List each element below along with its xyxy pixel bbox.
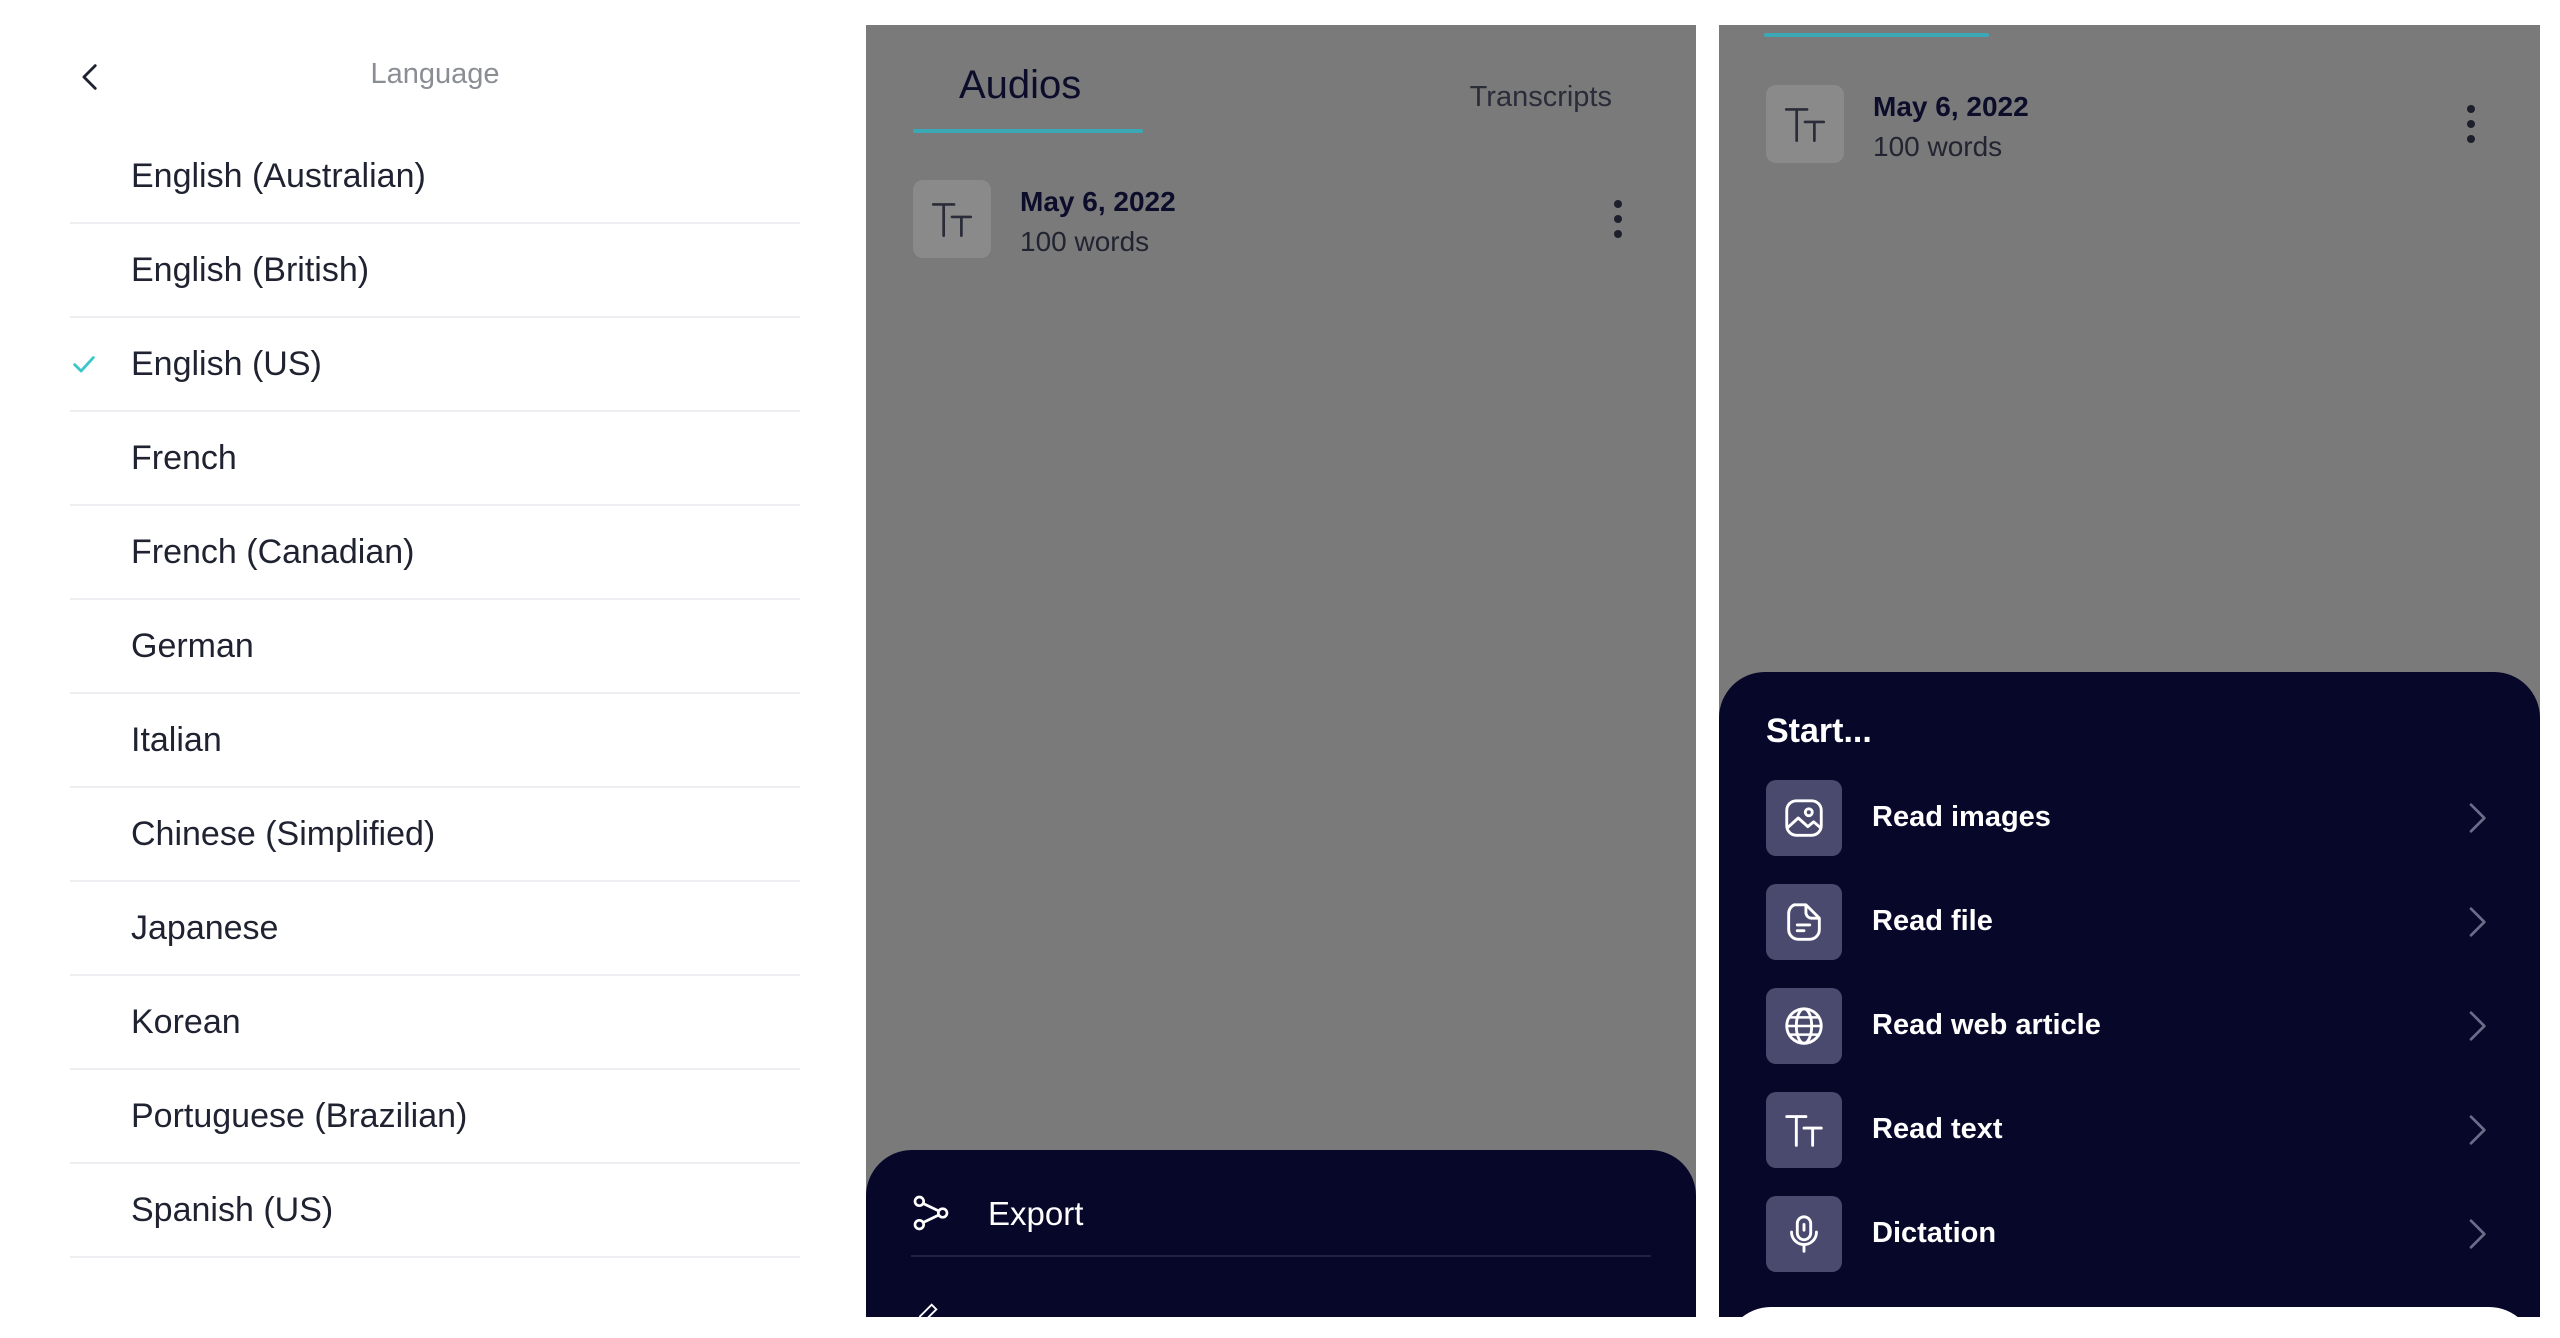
language-option-korean[interactable]: Korean	[70, 976, 800, 1070]
export-button[interactable]: Export	[911, 1185, 1651, 1257]
export-label: Export	[988, 1195, 1084, 1232]
globe-icon	[1766, 988, 1842, 1064]
document-row[interactable]: May 6, 2022 100 words	[913, 180, 1633, 260]
language-label: French	[131, 438, 237, 477]
action-label: Read web article	[1872, 1009, 2101, 1041]
back-button[interactable]	[66, 52, 116, 102]
image-icon	[1766, 780, 1842, 856]
language-label: Japanese	[131, 908, 279, 947]
action-label: Dictation	[1872, 1217, 1997, 1249]
more-options-button[interactable]	[2456, 99, 2486, 149]
chevron-right-icon	[2469, 803, 2486, 833]
tab-audios[interactable]: Audios	[959, 63, 1081, 108]
audios-screen: Audios Transcripts May 6, 2022 100 words…	[866, 25, 1696, 1317]
dot-icon	[1614, 200, 1622, 208]
language-list: English (Australian) English (British) E…	[70, 130, 800, 1258]
language-label: English (US)	[131, 344, 322, 383]
chevron-right-icon	[2469, 1011, 2486, 1041]
language-label: Portuguese (Brazilian)	[131, 1096, 468, 1135]
active-tab-indicator	[1764, 33, 1989, 37]
language-option-french[interactable]: French	[70, 412, 800, 506]
document-row[interactable]: May 6, 2022 100 words	[1766, 85, 2486, 165]
checkmark-icon	[73, 356, 95, 373]
dictation-button[interactable]: Dictation	[1766, 1196, 2496, 1274]
language-option-spanish-us[interactable]: Spanish (US)	[70, 1164, 800, 1258]
language-label: English (British)	[131, 250, 370, 289]
document-date: May 6, 2022	[1020, 186, 1176, 217]
start-screen: May 6, 2022 100 words Start... Read imag…	[1719, 25, 2540, 1317]
language-label: French (Canadian)	[131, 532, 415, 571]
document-word-count: 100 words	[1020, 226, 1150, 257]
edit-icon[interactable]	[913, 1300, 941, 1317]
language-option-italian[interactable]: Italian	[70, 694, 800, 788]
language-label: Korean	[131, 1002, 241, 1041]
chevron-right-icon	[2469, 1219, 2486, 1249]
dot-icon	[2467, 135, 2475, 143]
read-web-article-button[interactable]: Read web article	[1766, 988, 2496, 1066]
dot-icon	[2467, 105, 2475, 113]
language-label: English (Australian)	[131, 156, 426, 195]
language-label: German	[131, 626, 254, 665]
dot-icon	[1614, 215, 1622, 223]
language-option-german[interactable]: German	[70, 600, 800, 694]
read-images-button[interactable]: Read images	[1766, 780, 2496, 858]
share-icon	[913, 1195, 949, 1231]
microphone-icon	[1766, 1196, 1842, 1272]
dot-icon	[2467, 120, 2475, 128]
language-option-english-british[interactable]: English (British)	[70, 224, 800, 318]
sheet-title: Start...	[1766, 712, 1872, 750]
language-label: Italian	[131, 720, 222, 759]
start-sheet: Start... Read images Read file Read web …	[1719, 672, 2540, 1317]
action-label: Read text	[1872, 1113, 2003, 1145]
language-option-portuguese-brazilian[interactable]: Portuguese (Brazilian)	[70, 1070, 800, 1164]
text-document-icon	[1766, 85, 1844, 163]
chevron-right-icon	[2469, 907, 2486, 937]
file-icon	[1766, 884, 1842, 960]
page-title: Language	[370, 58, 500, 90]
read-file-button[interactable]: Read file	[1766, 884, 2496, 962]
language-option-chinese-simplified[interactable]: Chinese (Simplified)	[70, 788, 800, 882]
language-option-french-canadian[interactable]: French (Canadian)	[70, 506, 800, 600]
language-option-english-australian[interactable]: English (Australian)	[70, 130, 800, 224]
chevron-left-icon	[82, 64, 97, 90]
language-option-english-us[interactable]: English (US)	[70, 318, 800, 412]
action-label: Read file	[1872, 905, 1993, 937]
language-option-japanese[interactable]: Japanese	[70, 882, 800, 976]
dot-icon	[1614, 230, 1622, 238]
text-icon	[1766, 1092, 1842, 1168]
document-word-count: 100 words	[1873, 131, 2003, 162]
chevron-right-icon	[2469, 1115, 2486, 1145]
bottom-sheet-peek	[1725, 1307, 2535, 1317]
active-tab-indicator	[913, 129, 1143, 133]
read-text-button[interactable]: Read text	[1766, 1092, 2496, 1170]
language-label: Chinese (Simplified)	[131, 814, 436, 853]
tab-transcripts[interactable]: Transcripts	[1470, 81, 1612, 114]
document-date: May 6, 2022	[1873, 91, 2029, 122]
more-options-button[interactable]	[1603, 194, 1633, 244]
actions-sheet: Export	[866, 1150, 1696, 1317]
text-document-icon	[913, 180, 991, 258]
language-screen: Language English (Australian) English (B…	[0, 0, 855, 1338]
language-label: Spanish (US)	[131, 1190, 334, 1229]
action-label: Read images	[1872, 801, 2051, 833]
